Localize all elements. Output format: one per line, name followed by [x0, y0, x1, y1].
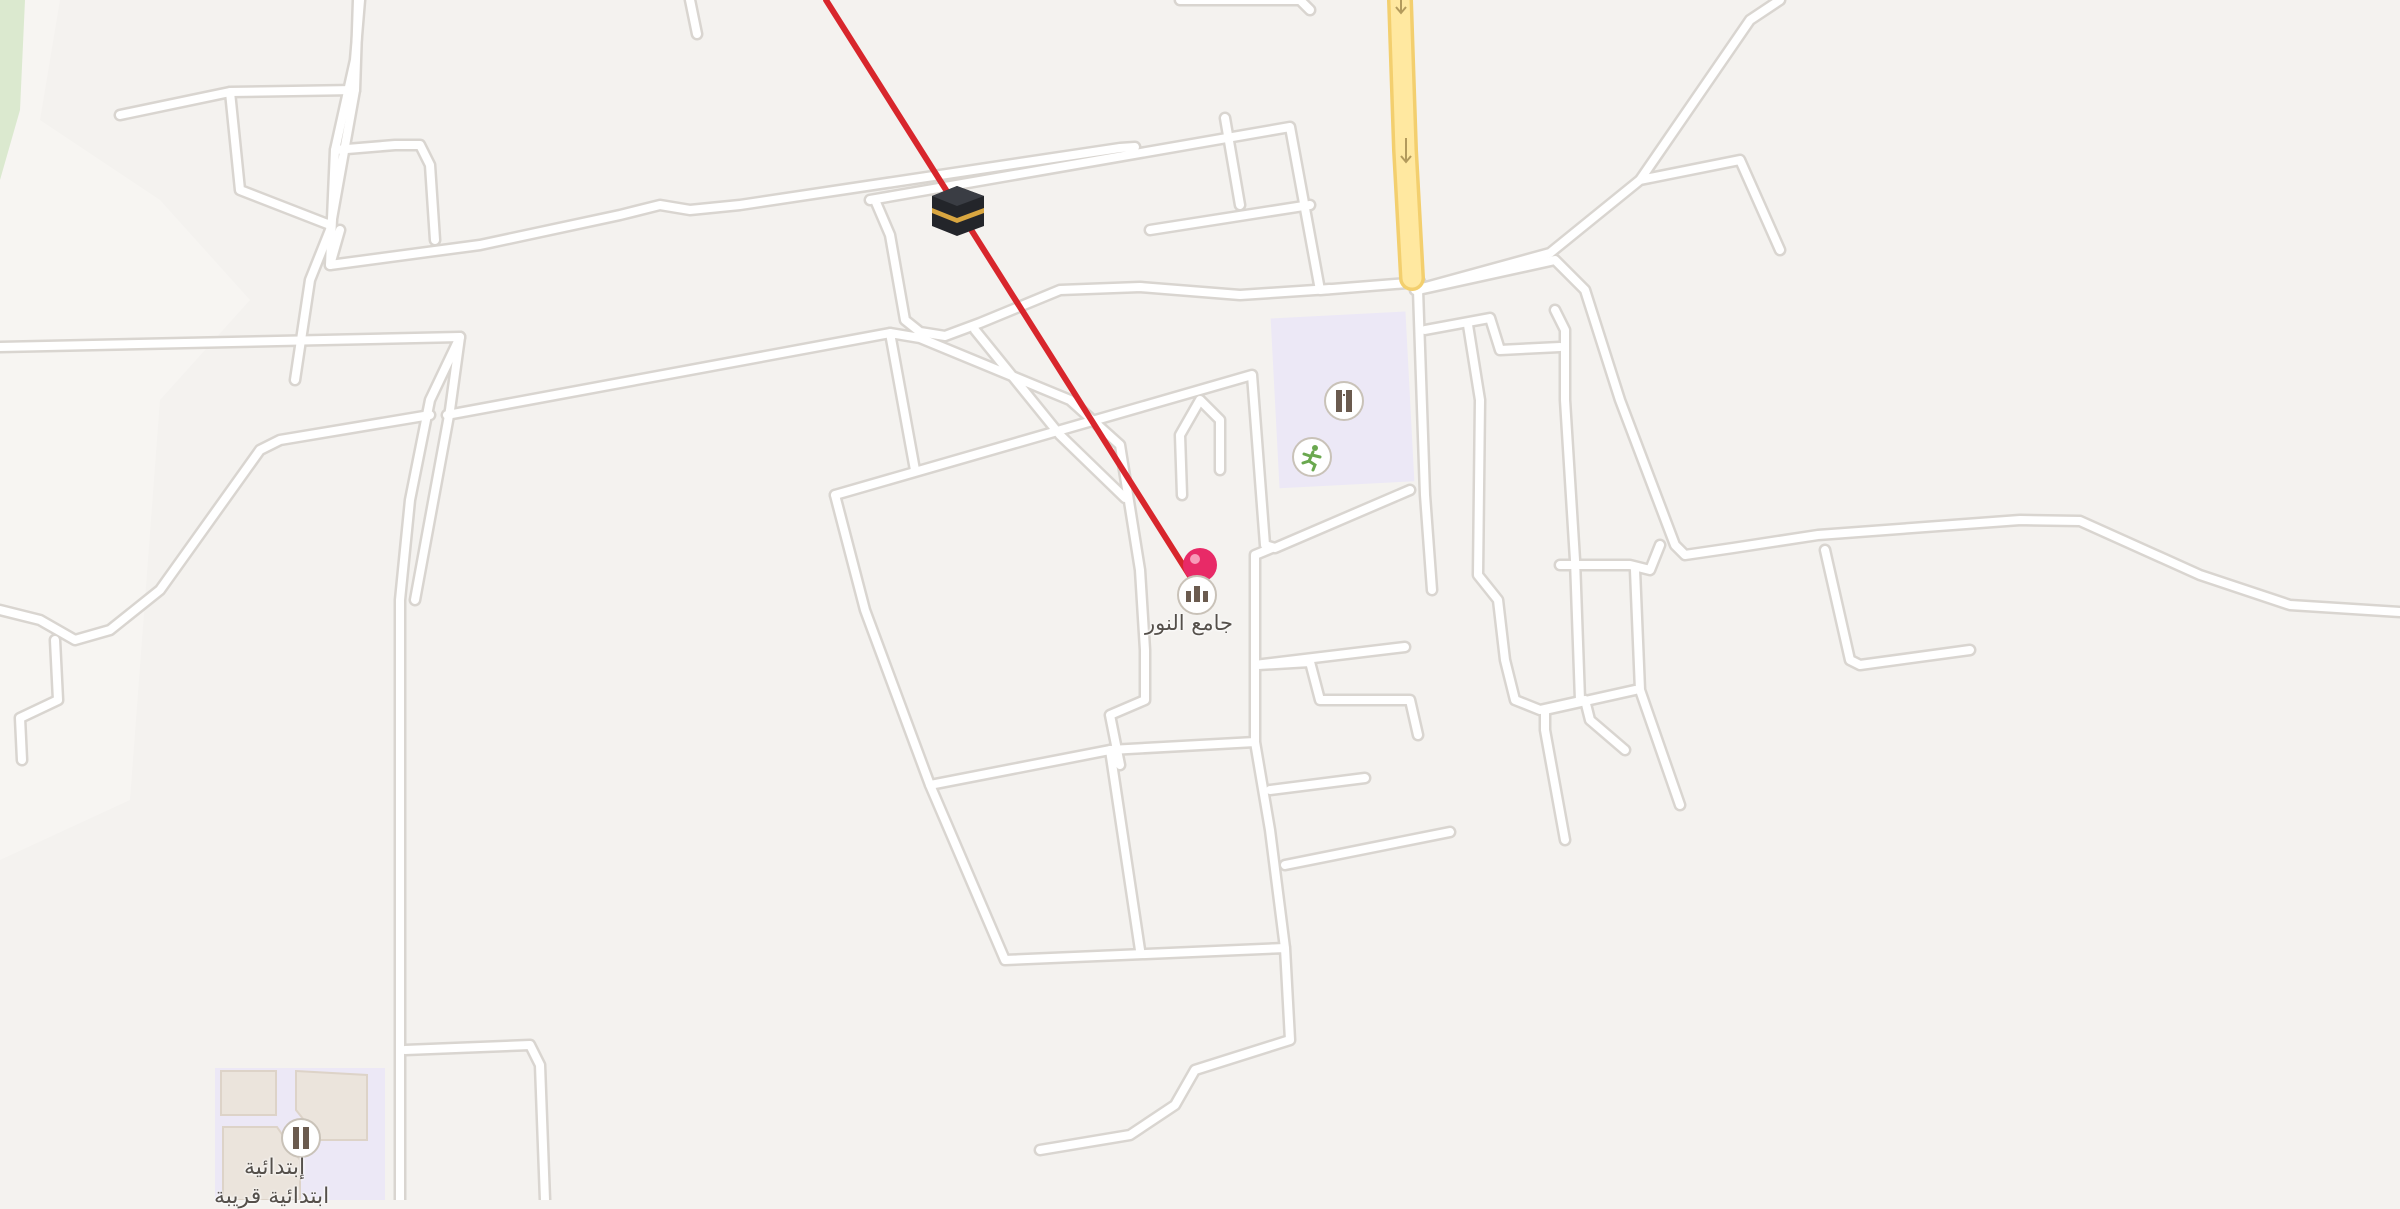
school-label[interactable]: إبتدائية [244, 1155, 305, 1180]
terrain-shading [0, 0, 250, 860]
mosque-label[interactable]: جامع النور [1145, 611, 1233, 635]
kaaba-icon[interactable] [932, 186, 984, 236]
school-icon[interactable] [1324, 381, 1364, 421]
school-icon[interactable] [281, 1118, 321, 1158]
mosque-icon[interactable] [1177, 575, 1217, 615]
sports-icon[interactable] [1292, 437, 1332, 477]
qibla-direction-line [823, 0, 1203, 595]
school-label-second-line: ابتدائية قريبة [214, 1184, 330, 1209]
map-canvas[interactable] [0, 0, 2400, 1200]
